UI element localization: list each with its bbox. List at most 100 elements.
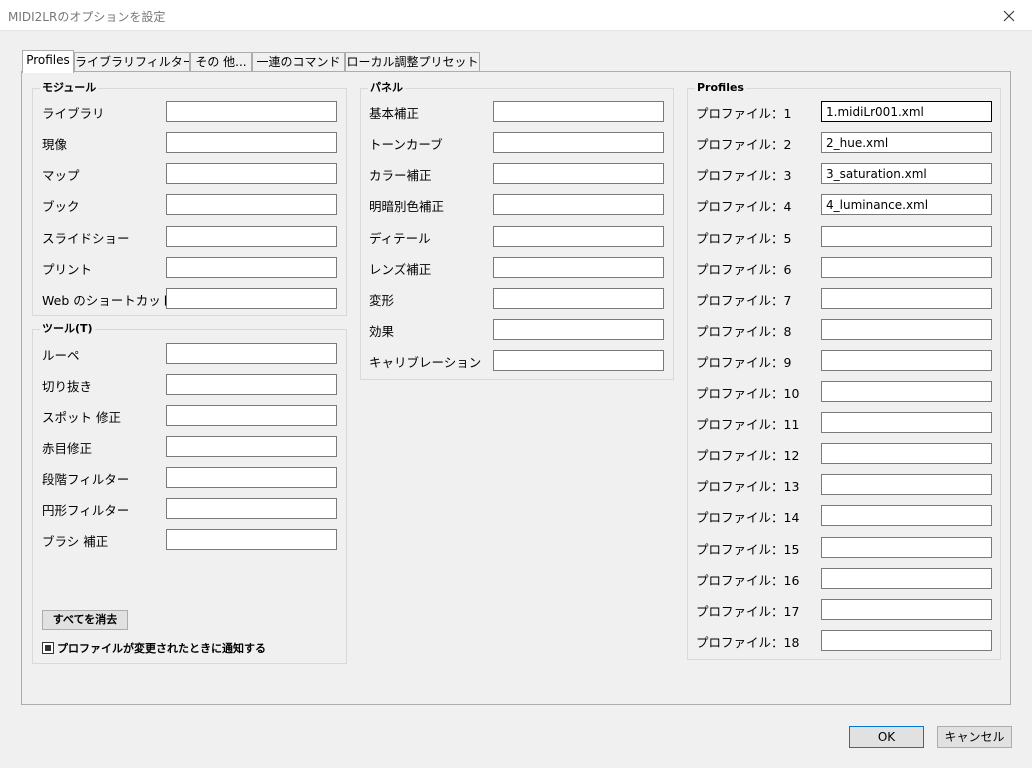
- panel-label: 変形: [369, 293, 395, 308]
- panel-label: レンズ補正: [369, 262, 432, 277]
- module-label: マップ: [42, 168, 80, 183]
- module-input-slideshow[interactable]: [166, 226, 337, 247]
- notify-checkbox-row[interactable]: プロファイルが変更されたときに通知する: [42, 641, 266, 655]
- profile-input-7[interactable]: [821, 288, 992, 309]
- checkbox-check-mark: [45, 645, 51, 651]
- panel-input-transform[interactable]: [493, 288, 664, 309]
- panel-input-calibration[interactable]: [493, 350, 664, 371]
- profile-label: プロファイル：2: [696, 137, 792, 152]
- profile-input-9[interactable]: [821, 350, 992, 371]
- tool-label: 円形フィルター: [42, 503, 130, 518]
- panel-input-split-toning[interactable]: [493, 194, 664, 215]
- profile-label: プロファイル：13: [696, 479, 800, 494]
- clear-all-button[interactable]: すべてを消去: [42, 610, 128, 630]
- profile-label: プロファイル：18: [696, 635, 800, 650]
- profile-label: プロファイル：5: [696, 231, 792, 246]
- tab-local-adjustment-presets[interactable]: ローカル調整プリセット: [345, 52, 480, 72]
- tool-label: ルーペ: [42, 348, 80, 363]
- panel-input-detail[interactable]: [493, 226, 664, 247]
- panel-label: 効果: [369, 324, 395, 339]
- module-input-web[interactable]: [166, 288, 337, 309]
- tool-input-adjustment-brush[interactable]: [166, 529, 337, 550]
- profile-label: プロファイル：12: [696, 448, 800, 463]
- profile-label: プロファイル：17: [696, 604, 800, 619]
- profile-label: プロファイル：8: [696, 324, 792, 339]
- profile-input-15[interactable]: [821, 537, 992, 558]
- panel-label: トーンカーブ: [369, 137, 443, 152]
- tool-label: 切り抜き: [42, 379, 93, 394]
- panel-input-color[interactable]: [493, 163, 664, 184]
- tool-input-crop[interactable]: [166, 374, 337, 395]
- module-input-book[interactable]: [166, 194, 337, 215]
- profile-label: プロファイル：1: [696, 106, 792, 121]
- tool-input-spot-removal[interactable]: [166, 405, 337, 426]
- notify-checkbox-label: プロファイルが変更されたときに通知する: [57, 642, 266, 655]
- window-title: MIDI2LRのオプションを設定: [8, 10, 166, 24]
- close-icon: [1003, 10, 1015, 21]
- module-input-library[interactable]: [166, 101, 337, 122]
- panels-group-title: パネル: [368, 80, 405, 96]
- profile-label: プロファイル：9: [696, 355, 792, 370]
- panel-label: ディテール: [369, 231, 431, 246]
- tool-input-radial-filter[interactable]: [166, 498, 337, 519]
- profile-input-4[interactable]: [821, 194, 992, 215]
- profile-input-10[interactable]: [821, 381, 992, 402]
- tool-label: 赤目修正: [42, 441, 93, 456]
- profile-label: プロファイル：15: [696, 542, 800, 557]
- panel-input-lens-corrections[interactable]: [493, 257, 664, 278]
- module-label: プリント: [42, 262, 93, 277]
- profile-input-5[interactable]: [821, 226, 992, 247]
- profile-label: プロファイル：16: [696, 573, 800, 588]
- panel-input-tone-curve[interactable]: [493, 132, 664, 153]
- profile-label: プロファイル：14: [696, 510, 800, 525]
- profile-input-8[interactable]: [821, 319, 992, 340]
- module-label: Web のショートカット: [42, 293, 174, 308]
- panel-label: カラー補正: [369, 168, 432, 183]
- profile-label: プロファイル：10: [696, 386, 800, 401]
- tab-library-filter[interactable]: ライブラリフィルター: [74, 52, 190, 72]
- module-label: ライブラリ: [42, 106, 105, 121]
- profile-input-17[interactable]: [821, 599, 992, 620]
- profile-label: プロファイル：6: [696, 262, 792, 277]
- tab-other[interactable]: その 他...: [190, 52, 252, 72]
- module-label: 現像: [42, 137, 68, 152]
- tool-input-loupe[interactable]: [166, 343, 337, 364]
- profile-input-12[interactable]: [821, 443, 992, 464]
- module-input-map[interactable]: [166, 163, 337, 184]
- profile-input-6[interactable]: [821, 257, 992, 278]
- close-button[interactable]: [986, 0, 1032, 31]
- tool-input-graduated-filter[interactable]: [166, 467, 337, 488]
- panel-input-basic[interactable]: [493, 101, 664, 122]
- notify-checkbox[interactable]: [42, 642, 54, 654]
- profile-input-18[interactable]: [821, 630, 992, 651]
- profile-input-13[interactable]: [821, 474, 992, 495]
- tool-label: ブラシ 補正: [42, 534, 109, 549]
- ok-button[interactable]: OK: [849, 726, 924, 748]
- panel-label: 基本補正: [369, 106, 420, 121]
- panel-label: キャリブレーション: [369, 355, 482, 370]
- profile-input-3[interactable]: [821, 163, 992, 184]
- profile-input-11[interactable]: [821, 412, 992, 433]
- profile-input-14[interactable]: [821, 505, 992, 526]
- tab-profiles[interactable]: Profiles: [22, 50, 74, 73]
- tab-command-sequence[interactable]: 一連のコマンド: [252, 52, 345, 72]
- tool-label: スポット 修正: [42, 410, 121, 425]
- module-input-print[interactable]: [166, 257, 337, 278]
- modules-group-title: モジュール: [40, 80, 99, 96]
- module-input-develop[interactable]: [166, 132, 337, 153]
- module-label: ブック: [42, 199, 80, 214]
- profiles-group-title: Profiles: [695, 80, 746, 96]
- profile-input-1[interactable]: [821, 101, 992, 122]
- tool-input-red-eye[interactable]: [166, 436, 337, 457]
- profile-input-16[interactable]: [821, 568, 992, 589]
- tools-group-title: ツール(T): [40, 321, 95, 337]
- profile-input-2[interactable]: [821, 132, 992, 153]
- module-label: スライドショー: [42, 231, 130, 246]
- cancel-button[interactable]: キャンセル: [937, 726, 1012, 748]
- tool-label: 段階フィルター: [42, 472, 130, 487]
- panel-input-effects[interactable]: [493, 319, 664, 340]
- profile-label: プロファイル：4: [696, 199, 792, 214]
- profile-label: プロファイル：3: [696, 168, 792, 183]
- title-bar: MIDI2LRのオプションを設定: [0, 0, 1032, 31]
- profile-label: プロファイル：11: [696, 417, 800, 432]
